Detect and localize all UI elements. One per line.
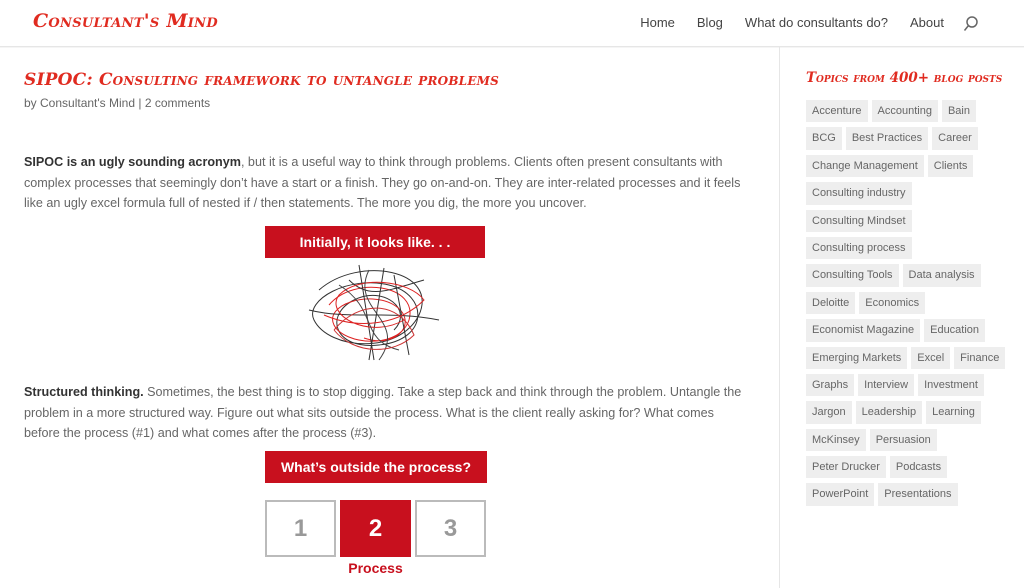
intro-paragraph: SIPOC is an ugly sounding acronym, but i…	[24, 152, 744, 214]
process-box-1: 1	[265, 500, 336, 557]
process-label: Process	[348, 560, 403, 576]
nav-item-home[interactable]: Home	[640, 15, 675, 30]
tag-peter-drucker[interactable]: Peter Drucker	[806, 456, 886, 479]
main-nav: Home Blog What do consultants do? About	[640, 15, 944, 30]
tag-graphs[interactable]: Graphs	[806, 373, 855, 397]
tag-excel[interactable]: Excel	[911, 346, 951, 369]
meta-by: by	[24, 96, 41, 110]
tag-leadership[interactable]: Leadership	[855, 401, 923, 424]
sidebar: Topics from 400+ blog posts Accenture Acc…	[806, 70, 1006, 506]
tag-interview[interactable]: Interview	[858, 373, 915, 397]
figure-banner-outside-process: What’s outside the process?	[265, 451, 487, 483]
tag-consulting-tools[interactable]: Consulting Tools	[806, 264, 899, 287]
intro-bold: SIPOC is an ugly sounding acronym	[24, 155, 241, 169]
tag-emerging-markets[interactable]: Emerging Markets	[806, 346, 908, 369]
process-boxes: 1 2 3	[265, 500, 486, 557]
post-meta: by Consultant's Mind | 2 comments	[24, 96, 754, 110]
tag-career[interactable]: Career	[932, 127, 978, 150]
tag-presentations[interactable]: Presentations	[878, 483, 958, 506]
tag-deloitte[interactable]: Deloitte	[806, 291, 856, 315]
tag-cloud: Accenture Accounting Bain BCG Best Practices…	[806, 100, 1006, 506]
post-content: SIPOC: Consulting framework to untangle …	[24, 70, 754, 576]
tag-change-management[interactable]: Change Management	[806, 154, 924, 178]
tangled-scribble-image	[308, 264, 440, 361]
tag-podcasts[interactable]: Podcasts	[889, 456, 948, 479]
tag-finance[interactable]: Finance	[954, 346, 1006, 369]
sidebar-title: Topics from 400+ blog posts	[806, 70, 1003, 86]
sidebar-divider	[779, 47, 780, 588]
site-header: Consultant's Mind Home Blog What do cons…	[0, 0, 1024, 47]
post-title[interactable]: SIPOC: Consulting framework to untangle …	[24, 70, 754, 90]
nav-item-what-do-consultants-do[interactable]: What do consultants do?	[745, 15, 888, 30]
tag-learning[interactable]: Learning	[926, 401, 981, 424]
tag-economics[interactable]: Economics	[859, 291, 926, 315]
site-logo[interactable]: Consultant's Mind	[33, 10, 218, 32]
tag-consulting-process[interactable]: Consulting process	[806, 236, 912, 260]
tag-economist-magazine[interactable]: Economist Magazine	[806, 319, 921, 342]
tag-data-analysis[interactable]: Data analysis	[902, 264, 981, 287]
comments-link[interactable]: 2 comments	[145, 96, 210, 110]
tag-mckinsey[interactable]: McKinsey	[806, 428, 866, 452]
tag-persuasion[interactable]: Persuasion	[869, 428, 937, 452]
tag-best-practices[interactable]: Best Practices	[845, 127, 929, 150]
tag-accenture[interactable]: Accenture	[806, 100, 868, 123]
tag-consulting-industry[interactable]: Consulting industry	[806, 182, 912, 205]
tag-bcg[interactable]: BCG	[806, 127, 842, 150]
nav-item-about[interactable]: About	[910, 15, 944, 30]
author-link[interactable]: Consultant's Mind	[40, 96, 135, 110]
tag-investment[interactable]: Investment	[918, 373, 984, 397]
tag-education[interactable]: Education	[924, 319, 986, 342]
process-box-2: 2	[340, 500, 411, 557]
nav-item-blog[interactable]: Blog	[697, 15, 723, 30]
tag-powerpoint[interactable]: PowerPoint	[806, 483, 875, 506]
tag-jargon[interactable]: Jargon	[806, 401, 852, 424]
tag-consulting-mindset[interactable]: Consulting Mindset	[806, 209, 912, 232]
figure-banner-initially: Initially, it looks like. . .	[265, 226, 485, 258]
search-icon[interactable]	[963, 15, 979, 33]
tag-bain[interactable]: Bain	[941, 100, 976, 123]
tag-clients[interactable]: Clients	[927, 154, 974, 178]
structured-thinking-bold: Structured thinking.	[24, 385, 144, 399]
meta-separator: |	[135, 96, 145, 110]
tag-accounting[interactable]: Accounting	[871, 100, 938, 123]
structured-thinking-paragraph: Structured thinking. Sometimes, the best…	[24, 382, 744, 444]
process-box-3: 3	[415, 500, 486, 557]
